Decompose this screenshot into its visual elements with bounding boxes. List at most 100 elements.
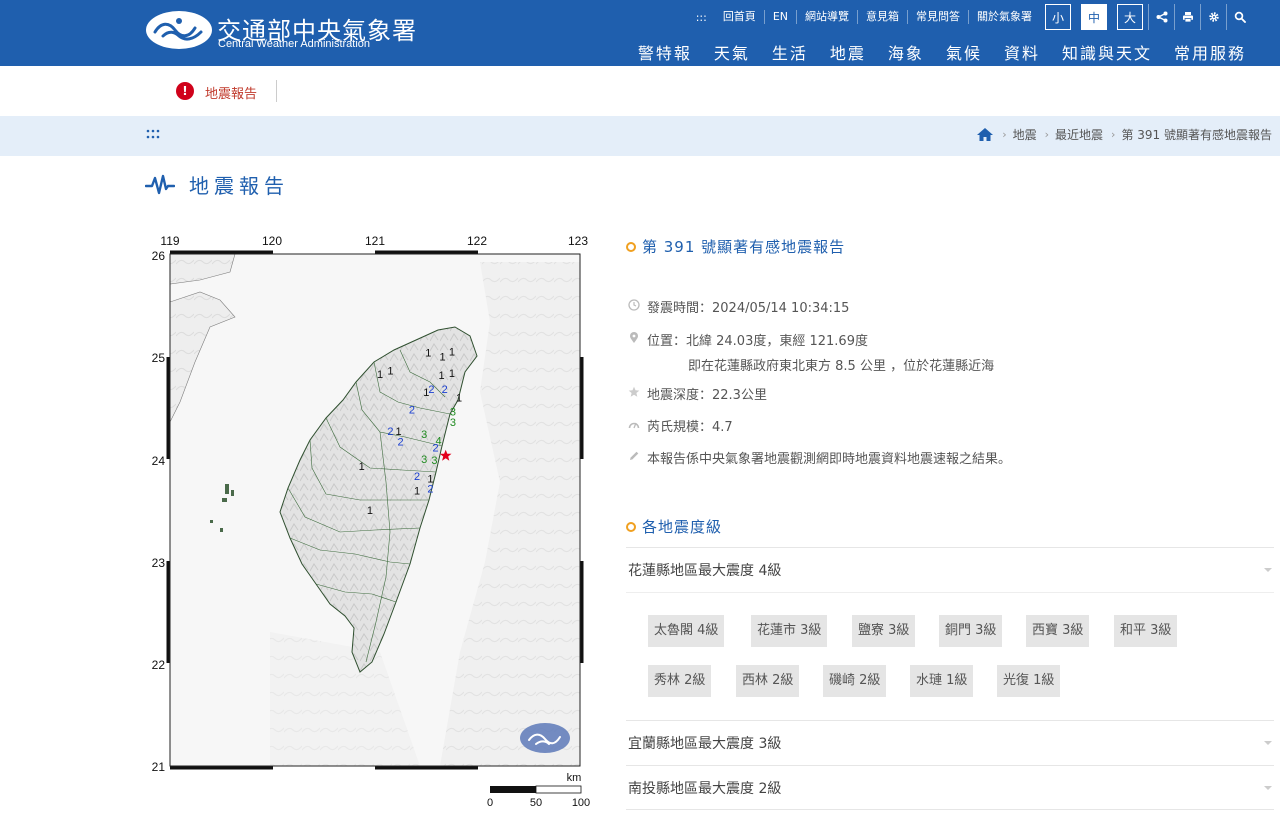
breadcrumb-recent[interactable]: 最近地震 xyxy=(1055,126,1103,143)
station-tag: 銅門 3級 xyxy=(939,615,1003,647)
link-english[interactable]: EN xyxy=(763,10,796,24)
gear-icon[interactable] xyxy=(1200,4,1226,30)
link-feedback[interactable]: 意見箱 xyxy=(857,10,907,24)
nav-weather[interactable]: 天氣 xyxy=(714,40,750,64)
bullet-ring-icon xyxy=(626,241,636,252)
region-accordion-header[interactable]: 花蓮縣地區最大震度 4級 xyxy=(626,548,1274,592)
y-tick-label: 23 xyxy=(152,556,166,570)
scale-label: 100 xyxy=(572,797,590,809)
cwa-logo[interactable]: 交通部中央氣象署 Central Weather Administration xyxy=(145,10,416,54)
intensity-label: 1 xyxy=(440,351,446,363)
intensity-label: 1 xyxy=(387,366,393,378)
intensity-label: 3 xyxy=(450,417,456,429)
x-tick-label: 122 xyxy=(467,234,487,248)
page-title: 地震報告 xyxy=(145,170,289,199)
chevron-down-icon xyxy=(1264,785,1272,790)
nav-ocean[interactable]: 海象 xyxy=(888,40,924,64)
region-title: 宜蘭縣地區最大震度 3級 xyxy=(628,736,782,752)
nav-warnings[interactable]: 警特報 xyxy=(638,40,692,64)
region-accordion-header[interactable]: 南投縣地區最大震度 2級 xyxy=(626,766,1274,810)
nav-data[interactable]: 資料 xyxy=(1004,40,1040,64)
scale-segment-white xyxy=(535,785,582,794)
earthquake-map: 119 120 121 122 123 26 25 24 23 22 21 11… xyxy=(152,234,591,809)
utility-bar-marker: ::: xyxy=(695,10,707,24)
station-tag-list: 太魯閣 4級 花蓮市 3級 鹽寮 3級 銅門 3級 西寶 3級 和平 3級 秀林… xyxy=(626,592,1274,720)
breadcrumb-current: 第 391 號顯著有感地震報告 xyxy=(1121,128,1272,142)
info-note-text: 本報告係中央氣象署地震觀測網即時地震資料地震速報之結果。 xyxy=(647,452,1012,467)
y-tick-label: 24 xyxy=(152,454,166,468)
breadcrumb-earthquake[interactable]: 地震 xyxy=(1013,126,1037,143)
station-tag: 磯崎 2級 xyxy=(823,665,887,697)
intensity-label: 3 xyxy=(431,455,437,467)
site-header: 交通部中央氣象署 Central Weather Administration … xyxy=(0,0,1280,66)
link-faq[interactable]: 常見問答 xyxy=(907,10,968,24)
info-note: 本報告係中央氣象署地震觀測網即時地震資料地震速報之結果。 xyxy=(628,448,1011,467)
report-title-text: 第 391 號顯著有感地震報告 xyxy=(642,238,846,256)
region-accordion-hualien: 花蓮縣地區最大震度 4級 太魯閣 4級 花蓮市 3級 鹽寮 3級 銅門 3級 西… xyxy=(626,547,1274,720)
gauge-icon xyxy=(628,418,640,430)
utility-bar: ::: 回首頁 EN 網站導覽 意見箱 常見問答 關於氣象署 小 中 大 xyxy=(688,4,1252,30)
info-depth-text: 地震深度：22.3公里 xyxy=(647,388,767,403)
nav-services[interactable]: 常用服務 xyxy=(1174,40,1246,64)
y-tick-label: 26 xyxy=(152,249,166,263)
region-title: 南投縣地區最大震度 2級 xyxy=(628,780,782,797)
alert-icon: ! xyxy=(176,82,194,100)
info-time: 發震時間：2024/05/14 10:34:15 xyxy=(628,297,849,316)
chevron-down-icon xyxy=(1264,741,1272,745)
nav-knowledge[interactable]: 知識與天文 xyxy=(1062,40,1152,64)
alert-bar: ! 地震報告 xyxy=(0,66,1280,116)
clock-icon xyxy=(628,299,640,311)
intensity-label: 1 xyxy=(367,505,373,517)
scale-label: 50 xyxy=(530,797,542,809)
scale-segment-black xyxy=(490,786,536,793)
link-home[interactable]: 回首頁 xyxy=(715,10,764,24)
main-nav: 警特報 天氣 生活 地震 海象 氣候 資料 知識與天文 常用服務 xyxy=(616,40,1246,64)
intensity-section-title-text: 各地震度級 xyxy=(642,518,723,536)
alert-link[interactable]: 地震報告 xyxy=(205,83,257,102)
intensity-label: 1 xyxy=(449,346,455,358)
home-icon[interactable] xyxy=(976,127,994,142)
nav-life[interactable]: 生活 xyxy=(772,40,808,64)
page-title-text: 地震報告 xyxy=(189,174,289,198)
region-title: 花蓮縣地區最大震度 4級 xyxy=(628,563,782,579)
nav-climate[interactable]: 氣候 xyxy=(946,40,982,64)
x-tick-label: 120 xyxy=(262,234,282,248)
breadcrumb-separator: › xyxy=(1044,128,1050,141)
info-magnitude: 芮氏規模：4.7 xyxy=(628,416,733,435)
font-size-medium-button[interactable]: 中 xyxy=(1081,4,1107,30)
info-time-text: 發震時間：2024/05/14 10:34:15 xyxy=(647,301,850,316)
info-depth: 地震深度：22.3公里 xyxy=(628,384,767,403)
station-tag: 光復 1級 xyxy=(997,665,1061,697)
intensity-label: 3 xyxy=(421,454,427,466)
breadcrumb-separator: › xyxy=(1111,128,1116,141)
link-sitemap[interactable]: 網站導覽 xyxy=(796,10,857,24)
y-tick-label: 22 xyxy=(152,658,166,672)
search-icon[interactable] xyxy=(1226,4,1252,30)
intensity-label: 2 xyxy=(414,471,420,483)
x-tick-label: 119 xyxy=(160,234,179,248)
intensity-label: 1 xyxy=(449,368,455,380)
report-title: 第 391 號顯著有感地震報告 xyxy=(626,236,845,257)
logo-title-en: Central Weather Administration xyxy=(218,38,371,50)
link-about[interactable]: 關於氣象署 xyxy=(968,10,1040,24)
intensity-label: 1 xyxy=(359,461,365,473)
intensity-label: 3 xyxy=(421,429,427,441)
font-size-small-button[interactable]: 小 xyxy=(1045,4,1071,30)
region-accordion-header[interactable]: 宜蘭縣地區最大震度 3級 xyxy=(626,721,1274,765)
breadcrumb-bar: › 地震 › 最近地震 › 第 391 號顯著有感地震報告 xyxy=(0,116,1280,156)
info-location-text: 位置：北緯 24.03度，東經 121.69度 xyxy=(647,334,868,349)
menu-dots-icon[interactable] xyxy=(145,124,161,144)
y-tick-labels: 26 25 24 23 22 21 xyxy=(152,249,166,774)
intensity-label: 1 xyxy=(414,486,420,498)
region-accordion-nantou: 南投縣地區最大震度 2級 xyxy=(626,765,1274,810)
font-size-large-button[interactable]: 大 xyxy=(1117,4,1143,30)
scale-unit: km xyxy=(567,772,582,784)
intensity-label: 1 xyxy=(456,392,462,404)
share-icon[interactable] xyxy=(1148,4,1174,30)
intensity-label: 2 xyxy=(432,443,438,455)
intensity-label: 2 xyxy=(409,405,415,417)
nav-earthquake[interactable]: 地震 xyxy=(830,40,866,64)
map-pin-icon xyxy=(628,332,640,344)
print-icon[interactable] xyxy=(1174,4,1200,30)
intensity-label: 1 xyxy=(439,370,445,382)
